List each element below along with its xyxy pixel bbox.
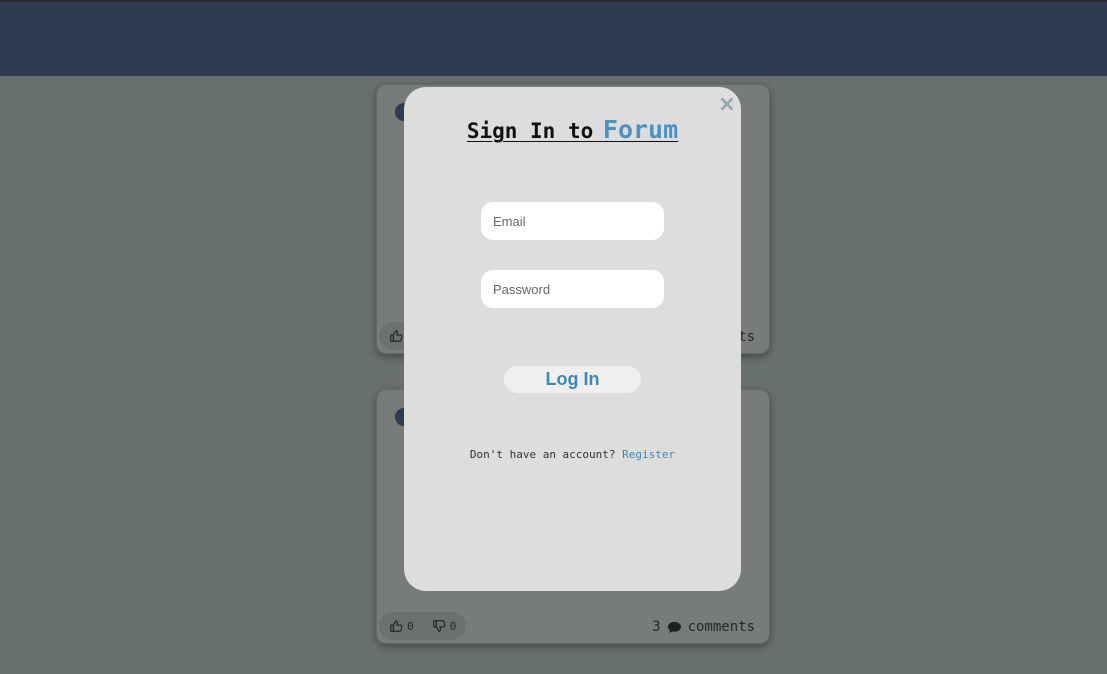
register-prompt: Don't have an account? (469, 448, 616, 461)
sign-in-modal: × Sign In to Forum Log In Don't have an … (404, 87, 741, 591)
email-field[interactable] (481, 202, 664, 240)
register-prompt-line: Don't have an account? Register (404, 448, 741, 461)
login-button[interactable]: Log In (504, 366, 641, 393)
title-brand: Forum (602, 115, 679, 144)
modal-title: Sign In to Forum (404, 115, 741, 144)
password-field[interactable] (481, 270, 664, 308)
title-prefix: Sign In to (466, 119, 594, 143)
register-link[interactable]: Register (622, 448, 675, 461)
close-icon[interactable]: × (717, 93, 737, 117)
